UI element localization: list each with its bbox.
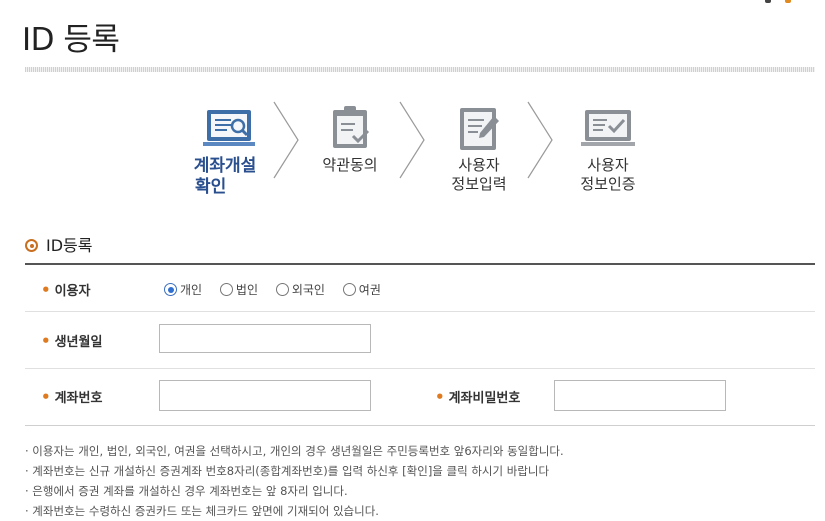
guide-note: · 은행에서 증권 계좌를 개설하신 경우 계좌번호는 앞 8자리 입니다. (25, 484, 348, 498)
required-dot-icon: • (41, 281, 51, 299)
section-title-text: ID등록 (46, 236, 93, 255)
account-number-input[interactable] (159, 380, 371, 411)
user-type-radio-group: 개인 법인 외국인 여권 (164, 281, 395, 298)
account-password-label-text: 계좌비밀번호 (448, 391, 521, 406)
id-registration-form: • 이용자 개인 법인 외국인 여권 • 생년월일 • 계좌번호 • 계좌비밀번호 (25, 263, 815, 426)
step-label-line2: 확인 (195, 177, 227, 197)
step-label-line1: 사용자 (458, 156, 500, 174)
form-row-user-type: • 이용자 개인 법인 외국인 여권 (25, 265, 815, 312)
step-user-info-input: 사용자 정보입력 (434, 96, 524, 206)
radio-button-icon[interactable] (164, 283, 177, 296)
document-edit-icon (434, 104, 524, 154)
form-row-account: • 계좌번호 • 계좌비밀번호 (25, 369, 815, 424)
page-title: ID 등록 (22, 22, 120, 58)
radio-button-icon[interactable] (342, 283, 356, 296)
radio-label: 개인 (180, 283, 203, 297)
radio-label: 법인 (235, 283, 259, 297)
required-dot-icon: • (41, 388, 51, 406)
step-label-line2: 정보인증 (580, 175, 636, 193)
birth-input[interactable] (159, 324, 371, 353)
guide-notes: · 이용자는 개인, 법인, 외국인, 여권을 선택하시고, 개인의 경우 생년… (25, 441, 564, 521)
section-title: ID등록 (25, 232, 92, 256)
radio-foreigner[interactable]: 외국인 (275, 281, 325, 298)
monitor-check-icon (563, 104, 653, 154)
birth-label: • 생년월일 (41, 331, 102, 350)
account-password-label: • 계좌비밀번호 (435, 387, 520, 406)
radio-individual[interactable]: 개인 (164, 281, 202, 298)
step-terms-agree: 약관동의 (305, 96, 395, 206)
step-account-confirm: 계좌개설 확인 (185, 96, 275, 206)
step-arrow-icon (527, 101, 553, 179)
guide-note: · 계좌번호는 신규 개설하신 증권계좌 번호8자리(종합계좌번호)를 입력 하… (25, 464, 550, 478)
guide-note: · 이용자는 개인, 법인, 외국인, 여권을 선택하시고, 개인의 경우 생년… (25, 444, 564, 458)
step-label-line1: 약관동의 (322, 156, 378, 174)
radio-button-icon[interactable] (219, 283, 233, 296)
circle-bullet-icon (25, 239, 38, 252)
account-password-input[interactable] (554, 380, 726, 411)
radio-button-icon[interactable] (275, 283, 289, 296)
step-arrow-icon (399, 101, 425, 179)
required-dot-icon: • (41, 332, 51, 350)
step-label-line1: 계좌개설 (193, 156, 257, 176)
step-label-line2: 정보입력 (451, 175, 507, 193)
step-user-info-verify: 사용자 정보인증 (563, 96, 653, 206)
user-type-label: • 이용자 (41, 280, 90, 299)
account-confirm-icon (185, 104, 275, 154)
birth-label-text: 생년월일 (54, 335, 103, 350)
account-number-label-text: 계좌번호 (54, 391, 103, 406)
top-corner-decoration (763, 0, 803, 6)
clipboard-check-icon (305, 104, 395, 154)
required-dot-icon: • (435, 388, 445, 406)
radio-label: 외국인 (291, 283, 325, 297)
account-number-label: • 계좌번호 (41, 387, 102, 406)
radio-label: 여권 (358, 283, 381, 297)
radio-corporation[interactable]: 법인 (219, 281, 259, 298)
radio-passport[interactable]: 여권 (342, 281, 381, 298)
step-label-line1: 사용자 (587, 156, 629, 174)
form-row-birth: • 생년월일 (25, 312, 815, 369)
user-type-label-text: 이용자 (54, 284, 91, 299)
step-arrow-icon (273, 101, 299, 179)
title-divider (25, 67, 815, 72)
guide-note: · 계좌번호는 수령하신 증권카드 또는 체크카드 앞면에 기재되어 있습니다. (25, 504, 379, 518)
